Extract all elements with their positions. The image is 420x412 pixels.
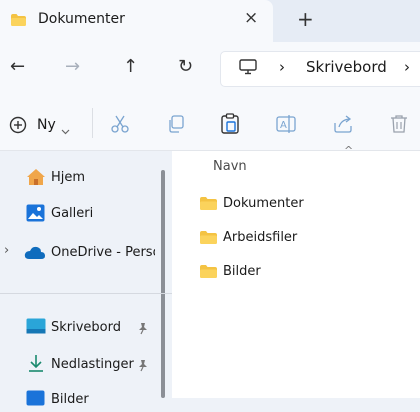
sidebar-item-label: Skrivebord <box>51 320 122 335</box>
breadcrumb-separator: › <box>404 58 410 76</box>
pictures-icon <box>26 390 45 410</box>
close-icon[interactable]: × <box>244 8 258 28</box>
sidebar-divider <box>0 293 172 294</box>
up-button[interactable]: ↑ <box>123 56 138 77</box>
sidebar-item-label: Bilder <box>51 392 89 407</box>
sidebar-item-label: Galleri <box>51 206 94 221</box>
expand-chevron-icon[interactable]: › <box>4 243 9 258</box>
rename-icon[interactable]: A <box>276 114 296 138</box>
svg-text:A: A <box>280 120 287 131</box>
folder-icon <box>11 14 26 26</box>
column-header-name[interactable]: Navn <box>213 159 247 174</box>
delete-icon[interactable] <box>390 114 408 138</box>
tab-title: Dokumenter <box>38 11 125 27</box>
forward-button[interactable]: → <box>65 56 80 77</box>
sidebar-item-label: Hjem <box>51 170 86 185</box>
chevron-down-icon[interactable] <box>61 120 70 139</box>
back-button[interactable]: ← <box>10 56 25 77</box>
sidebar-item-label: Nedlastinger <box>51 357 134 372</box>
paste-icon[interactable] <box>221 113 239 138</box>
sidebar-scrollbar[interactable] <box>161 170 165 398</box>
breadcrumb-item[interactable]: Skrivebord <box>306 58 387 76</box>
new-button[interactable]: Ny <box>37 117 56 133</box>
pin-icon[interactable] <box>137 320 149 339</box>
desktop-icon <box>26 318 46 338</box>
download-icon <box>28 354 44 376</box>
cut-icon[interactable] <box>110 114 130 138</box>
pin-icon[interactable] <box>137 357 149 376</box>
sort-indicator-icon: ^ <box>344 144 354 157</box>
cloud-icon <box>24 245 46 264</box>
folder-icon <box>200 197 217 210</box>
sidebar-item-label: OneDrive - Perso <box>51 245 155 260</box>
new-plus-icon <box>9 116 27 138</box>
monitor-icon <box>239 59 257 79</box>
new-tab-button[interactable]: + <box>297 7 314 31</box>
folder-icon <box>200 231 217 244</box>
gallery-icon <box>26 204 45 226</box>
file-item-label: Dokumenter <box>223 196 304 211</box>
folder-icon <box>200 265 217 278</box>
refresh-button[interactable]: ↻ <box>178 56 193 77</box>
share-icon[interactable] <box>333 114 353 138</box>
breadcrumb-separator: › <box>279 58 285 76</box>
file-item-label: Arbeidsfiler <box>223 230 298 245</box>
copy-icon[interactable] <box>167 115 185 137</box>
file-item-label: Bilder <box>223 264 261 279</box>
toolbar-divider <box>92 108 93 138</box>
home-icon <box>26 168 46 190</box>
